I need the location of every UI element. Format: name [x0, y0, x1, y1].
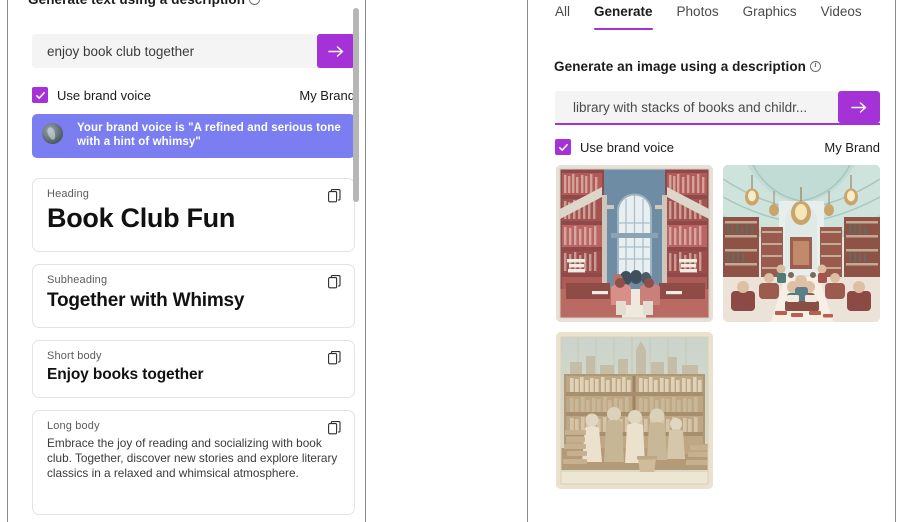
use-brand-voice-label: Use brand voice [580, 140, 674, 155]
tab-generate[interactable]: Generate [593, 2, 654, 30]
result-card-value: Embrace the joy of reading and socializi… [47, 436, 340, 481]
result-card-label: Subheading [47, 274, 340, 286]
image-prompt-input-row[interactable]: library with stacks of books and childr.… [555, 91, 880, 125]
result-card-value: Enjoy books together [47, 366, 340, 385]
result-card-long-body[interactable]: Long body Embrace the joy of reading and… [32, 410, 355, 515]
check-icon [558, 142, 569, 153]
tab-photos[interactable]: Photos [676, 2, 720, 30]
result-card-value: Together with Whimsy [47, 290, 340, 312]
copy-icon[interactable] [328, 189, 341, 203]
result-card-heading[interactable]: Heading Book Club Fun [32, 178, 355, 252]
tab-graphics[interactable]: Graphics [742, 2, 798, 30]
result-card-label: Long body [47, 420, 340, 432]
result-card-label: Short body [47, 350, 340, 362]
my-brand-link[interactable]: My Brand [824, 140, 880, 155]
text-prompt-submit-button[interactable] [317, 34, 355, 68]
copy-icon[interactable] [328, 421, 341, 435]
text-generation-panel: Generate text using a description enjoy … [8, 0, 365, 522]
brand-voice-row: Use brand voice My Brand [555, 138, 880, 156]
result-card-short-body[interactable]: Short body Enjoy books together [32, 340, 355, 398]
vintage-bookshop-illustration [556, 332, 713, 489]
left-panel-title: Generate text using a description [28, 0, 260, 7]
result-card-subheading[interactable]: Subheading Together with Whimsy [32, 264, 355, 328]
use-brand-voice-label: Use brand voice [57, 88, 151, 103]
text-prompt-input-row[interactable]: enjoy book club together [32, 34, 355, 68]
brand-voice-row: Use brand voice My Brand [32, 86, 355, 104]
check-icon [35, 90, 46, 101]
image-prompt-input[interactable]: library with stacks of books and childr.… [555, 91, 838, 123]
copy-icon[interactable] [328, 351, 341, 365]
info-icon[interactable] [249, 0, 260, 5]
brand-avatar-icon [42, 123, 63, 144]
media-panel-title: Generate an image using a description [554, 59, 821, 74]
use-brand-voice-checkbox[interactable] [32, 87, 48, 103]
result-card-label: Heading [47, 188, 340, 200]
generated-image-3[interactable] [556, 332, 713, 489]
my-brand-link[interactable]: My Brand [299, 88, 355, 103]
vaulted-library-illustration [723, 165, 880, 322]
use-brand-voice-checkbox[interactable] [555, 139, 571, 155]
tab-videos[interactable]: Videos [820, 2, 863, 30]
media-panel-title-text: Generate an image using a description [554, 59, 806, 74]
info-icon[interactable] [810, 61, 821, 72]
brand-voice-banner-text: Your brand voice is "A refined and serio… [77, 121, 345, 149]
generated-image-1[interactable] [556, 165, 713, 322]
arrow-right-icon [328, 45, 345, 58]
left-panel-scrollbar-thumb[interactable] [353, 8, 359, 202]
text-prompt-input[interactable]: enjoy book club together [32, 34, 317, 68]
right-panel-right-border [895, 0, 896, 522]
brand-voice-banner: Your brand voice is "A refined and serio… [32, 114, 355, 158]
screenshot-root: Generate text using a description enjoy … [0, 0, 901, 522]
tab-all[interactable]: All [554, 2, 571, 30]
arrow-right-icon [851, 101, 868, 114]
left-panel-right-border [365, 0, 366, 522]
library-hall-illustration [556, 165, 713, 322]
copy-icon[interactable] [328, 275, 341, 289]
image-prompt-submit-button[interactable] [838, 91, 880, 123]
left-panel-title-text: Generate text using a description [28, 0, 245, 7]
result-card-value: Book Club Fun [47, 203, 340, 233]
generated-image-2[interactable] [723, 165, 880, 322]
media-tabs: All Generate Photos Graphics Videos [554, 2, 863, 34]
